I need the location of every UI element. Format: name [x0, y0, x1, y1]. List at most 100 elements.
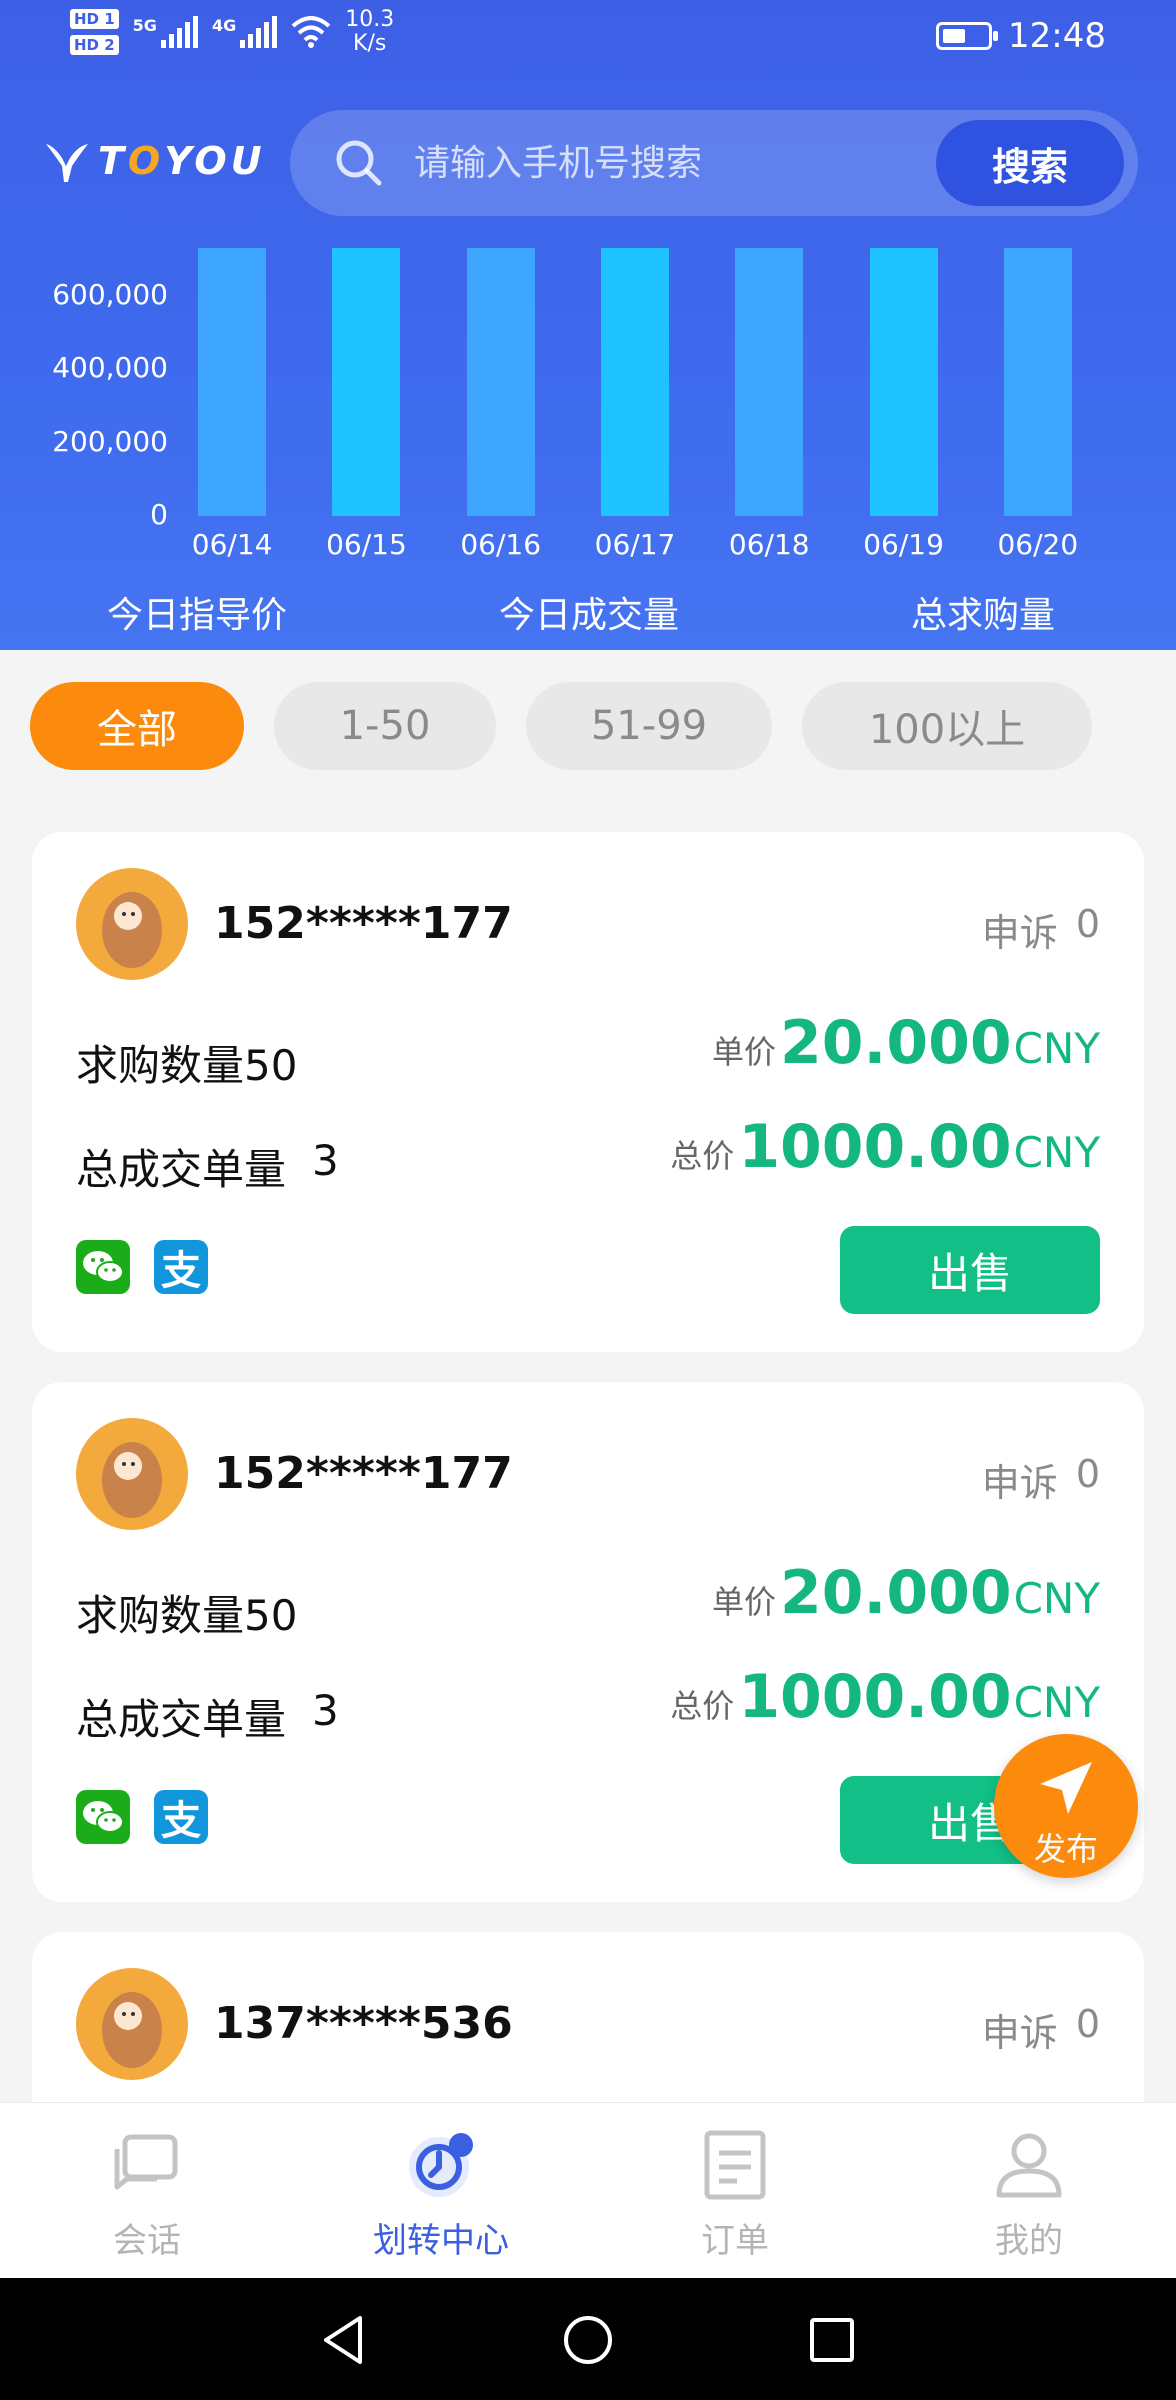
avatar[interactable] [76, 1968, 188, 2080]
unit-price: 单价 20.000 CNY [712, 1558, 1100, 1628]
currency: CNY [1013, 1678, 1100, 1727]
brand-logo: TOYOU [42, 136, 266, 186]
brand-name: TOYOU [98, 139, 266, 183]
user-icon [996, 2133, 1062, 2198]
y-tick-label: 0 [150, 498, 168, 531]
speed-value: 10.3 [345, 7, 395, 32]
chart-bar [601, 248, 669, 516]
unit-price-label: 单价 [712, 1583, 777, 1621]
total-price-label: 总价 [670, 1687, 735, 1725]
search-button[interactable]: 搜索 [936, 120, 1124, 206]
logo-icon [46, 144, 88, 182]
unit-price-value: 20.000 [780, 1008, 1012, 1078]
complaint-count: 0 [1075, 902, 1100, 946]
clock: 12:48 [1008, 16, 1106, 56]
transfer-icon [409, 2133, 473, 2197]
x-tick-label: 06/17 [594, 528, 676, 561]
total-price-label: 总价 [670, 1137, 735, 1175]
recents-icon[interactable] [804, 2312, 860, 2368]
nav-transfer-label: 划转中心 [373, 2221, 509, 2261]
unit-price: 单价 20.000 CNY [712, 1008, 1100, 1078]
x-tick-label: 06/20 [997, 528, 1079, 561]
chart-bar [466, 248, 535, 516]
chat-icon [114, 2134, 178, 2190]
wifi-icon [291, 16, 331, 48]
stat-guide-price[interactable]: 今日指导价 [32, 586, 362, 638]
speed-unit: K/s [353, 31, 387, 56]
hd2-badge: HD 2 [70, 35, 119, 55]
deals-count: 3 [312, 1136, 339, 1185]
chart-bar [735, 248, 804, 516]
total-deals: 总成交单量 3 [76, 1136, 339, 1197]
x-tick-label: 06/14 [191, 528, 273, 561]
complaint-info[interactable]: 申诉 0 [982, 2002, 1100, 2057]
stat-total-demand[interactable]: 总求购量 [818, 586, 1148, 638]
y-tick-label: 400,000 [52, 351, 168, 385]
deals-label: 总成交单量 [76, 1695, 287, 1744]
user-phone: 137*****536 [214, 1998, 513, 2049]
stats-row: 今日指导价 今日成交量 总求购量 [0, 586, 1176, 642]
sell-button[interactable]: 出售 [840, 1226, 1100, 1314]
payment-methods: 支 [76, 1240, 208, 1294]
total-price-value: 1000.00 [738, 1112, 1012, 1182]
y-tick-label: 200,000 [52, 424, 168, 458]
hd1-badge: HD 1 [70, 9, 119, 29]
filter-51-99[interactable]: 51-99 [526, 682, 772, 770]
filter-all[interactable]: 全部 [30, 682, 244, 770]
signal-5g-icon: 5G [133, 16, 198, 48]
nav-chat-label: 会话 [113, 2221, 181, 2261]
deals-label: 总成交单量 [76, 1145, 287, 1194]
bottom-nav: 会话 划转中心 订单 我的 [0, 2102, 1176, 2278]
deals-count: 3 [312, 1686, 339, 1735]
currency: CNY [1013, 1024, 1100, 1073]
total-price-value: 1000.00 [738, 1662, 1012, 1732]
publish-label: 发布 [1033, 1830, 1098, 1868]
signal-4g-label: 4G [211, 16, 237, 35]
total-price: 总价 1000.00 CNY [670, 1112, 1100, 1182]
nav-orders[interactable]: 订单 [588, 2103, 882, 2279]
search-icon [336, 140, 382, 186]
orders-icon [704, 2130, 766, 2200]
avatar[interactable] [76, 1418, 188, 1530]
x-tick-label: 06/19 [863, 528, 944, 561]
status-bar: HD 1 HD 2 5G 4G 10.3 K/s 12:48 [0, 0, 1176, 80]
chart-bar [332, 248, 401, 516]
signal-4g-icon: 4G [211, 16, 278, 48]
unit-price-label: 单价 [712, 1033, 777, 1071]
status-left: HD 1 HD 2 5G 4G 10.3 K/s [70, 8, 394, 56]
currency: CNY [1013, 1128, 1100, 1177]
listing-card: 152*****177 申诉 0 求购数量50 单价 20.000 CNY 总成交… [32, 1382, 1144, 1902]
chart-bar [1003, 248, 1072, 516]
chart-bar [198, 248, 267, 516]
y-tick-label: 600,000 [52, 277, 168, 311]
nav-profile[interactable]: 我的 [882, 2103, 1176, 2279]
x-tick-label: 06/16 [460, 528, 542, 561]
complaint-info[interactable]: 申诉 0 [982, 902, 1100, 957]
home-icon[interactable] [560, 2312, 616, 2368]
hd-indicators: HD 1 HD 2 [70, 9, 119, 55]
alipay-icon: 支 [154, 1240, 208, 1294]
stat-today-volume[interactable]: 今日成交量 [424, 586, 754, 638]
back-icon[interactable] [316, 2312, 372, 2368]
nav-profile-label: 我的 [995, 2221, 1063, 2261]
filter-100-plus[interactable]: 100以上 [802, 682, 1092, 770]
publish-fab[interactable]: 发布 [994, 1734, 1138, 1878]
nav-transfer-center[interactable]: 划转中心 [294, 2103, 588, 2279]
filter-1-50[interactable]: 1-50 [274, 682, 496, 770]
nav-orders-label: 订单 [701, 2221, 769, 2261]
battery-icon [936, 22, 999, 50]
nav-chat[interactable]: 会话 [0, 2103, 294, 2279]
status-right: 12:48 [936, 16, 1106, 56]
network-speed: 10.3 K/s [345, 8, 394, 56]
header: HD 1 HD 2 5G 4G 10.3 K/s 12:48 TOYOU 请输入… [0, 0, 1176, 650]
total-price: 总价 1000.00 CNY [670, 1662, 1100, 1732]
avatar[interactable] [76, 868, 188, 980]
signal-5g-label: 5G [132, 16, 157, 35]
wechat-pay-icon [76, 1240, 130, 1294]
currency: CNY [1013, 1574, 1100, 1623]
complaint-info[interactable]: 申诉 0 [982, 1452, 1100, 1507]
purchase-quantity: 求购数量50 [76, 1041, 298, 1090]
user-phone: 152*****177 [214, 898, 513, 949]
chart-bar [869, 248, 938, 516]
x-tick-label: 06/15 [326, 528, 407, 561]
